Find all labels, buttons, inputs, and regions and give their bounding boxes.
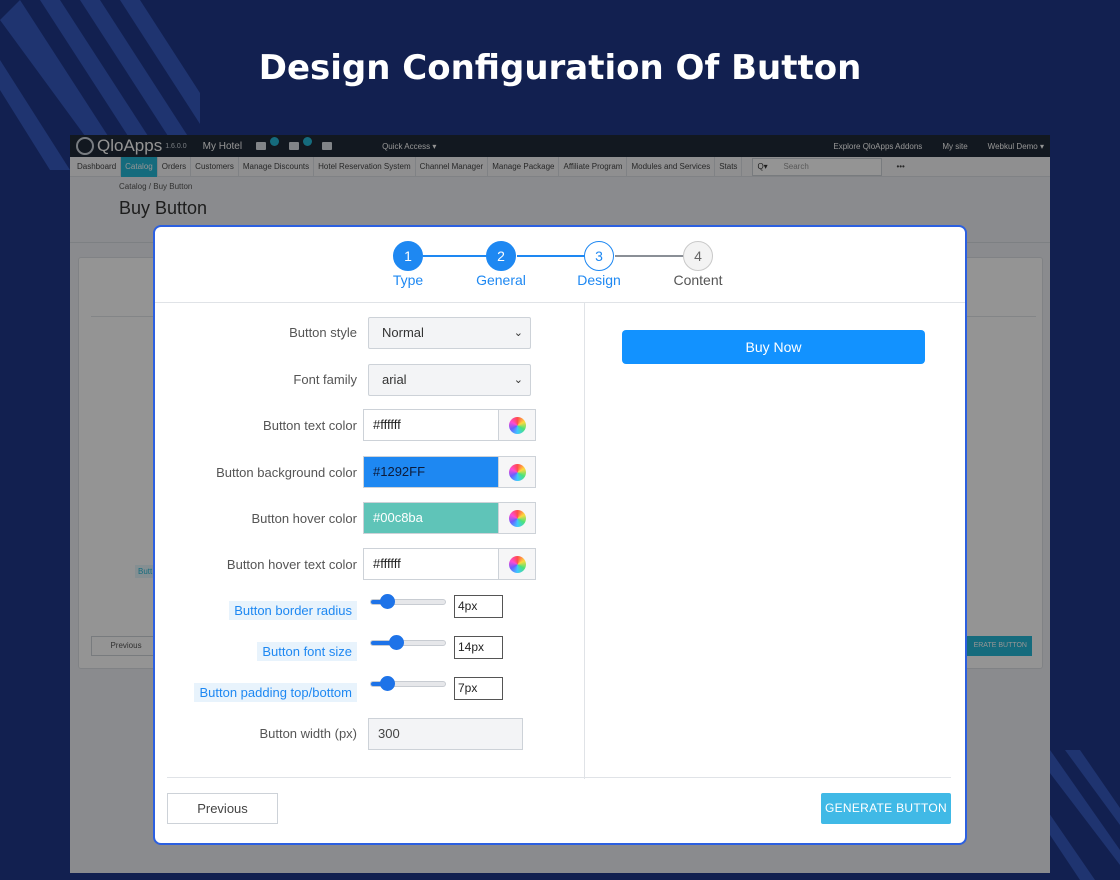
step-2-circle[interactable]: 2 [486, 241, 516, 271]
color-wheel-icon [509, 510, 526, 527]
font-size-slider[interactable] [370, 635, 446, 650]
border-radius-label: Button border radius [229, 601, 357, 620]
button-style-value: Normal [382, 325, 424, 340]
page-title: Design Configuration Of Button [258, 48, 862, 88]
step-1-label: Type [392, 272, 424, 288]
design-modal: 1 2 3 4 Type General Design Content Butt… [153, 225, 967, 845]
bg-color-input[interactable]: #1292FF [363, 456, 499, 488]
font-size-input[interactable]: 14px [454, 636, 503, 659]
slider-thumb[interactable] [389, 635, 404, 650]
step-3-circle[interactable]: 3 [584, 241, 614, 271]
text-color-picker-button[interactable] [498, 409, 536, 441]
font-family-label: Font family [293, 372, 357, 387]
button-style-label: Button style [289, 325, 357, 340]
bg-color-picker-button[interactable] [498, 456, 536, 488]
color-wheel-icon [509, 464, 526, 481]
hover-text-color-input[interactable]: #ffffff [363, 548, 499, 580]
width-input[interactable]: 300 [368, 718, 523, 750]
decorative-stripes-bottom [1040, 750, 1120, 880]
chevron-down-icon: ⌄ [513, 327, 523, 339]
padding-slider[interactable] [370, 676, 446, 691]
color-wheel-icon [509, 556, 526, 573]
hover-color-label: Button hover color [251, 511, 357, 526]
previous-button[interactable]: Previous [167, 793, 278, 824]
stepper: 1 2 3 4 Type General Design Content [155, 227, 965, 303]
hover-color-input[interactable]: #00c8ba [363, 502, 499, 534]
step-3-label: Design [577, 272, 621, 288]
step-4-label: Content [673, 272, 723, 288]
padding-label: Button padding top/bottom [194, 683, 357, 702]
font-family-value: arial [382, 372, 407, 387]
hover-color-picker-button[interactable] [498, 502, 536, 534]
border-radius-input[interactable]: 4px [454, 595, 503, 618]
font-family-select[interactable]: arial ⌄ [368, 364, 531, 396]
text-color-input[interactable]: #ffffff [363, 409, 499, 441]
text-color-label: Button text color [263, 418, 357, 433]
step-connector [615, 255, 685, 257]
step-4-circle[interactable]: 4 [683, 241, 713, 271]
slider-thumb[interactable] [380, 676, 395, 691]
hover-text-color-picker-button[interactable] [498, 548, 536, 580]
slider-thumb[interactable] [380, 594, 395, 609]
button-style-select[interactable]: Normal ⌄ [368, 317, 531, 349]
bg-color-label: Button background color [216, 465, 357, 480]
generate-button[interactable]: GENERATE BUTTON [821, 793, 951, 824]
border-radius-slider[interactable] [370, 594, 446, 609]
step-1-circle[interactable]: 1 [393, 241, 423, 271]
preview-buy-button[interactable]: Buy Now [622, 330, 925, 364]
font-size-label: Button font size [257, 642, 357, 661]
width-label: Button width (px) [259, 726, 357, 741]
footer-divider [167, 777, 951, 778]
padding-input[interactable]: 7px [454, 677, 503, 700]
hover-text-color-label: Button hover text color [226, 557, 357, 572]
step-2-label: General [476, 272, 526, 288]
chevron-down-icon: ⌄ [513, 374, 523, 386]
color-wheel-icon [509, 417, 526, 434]
column-divider [584, 303, 585, 779]
